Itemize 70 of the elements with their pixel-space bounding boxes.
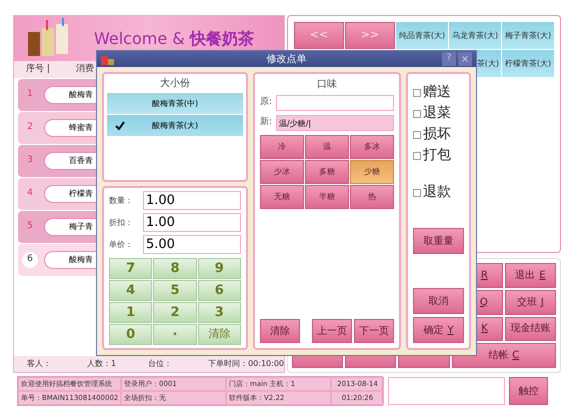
new-field[interactable]: 温/少糖/|	[276, 115, 394, 131]
taste-button[interactable]: 少冰	[260, 160, 304, 184]
info-text: 下单时间：00:10:00	[208, 358, 284, 370]
product-button[interactable]: 柠檬青茶(大)	[502, 50, 554, 77]
clear-button[interactable]: 清除	[260, 319, 300, 343]
field-label: 单价：	[109, 238, 134, 250]
option-checkbox[interactable]: 退菜	[413, 103, 464, 124]
confirm-button[interactable]: 确定 Y	[413, 317, 464, 343]
row-number: 4	[26, 187, 34, 200]
field-label: 原:	[260, 96, 274, 110]
keypad-key[interactable]: 0	[109, 324, 152, 345]
check-icon	[115, 121, 125, 130]
size-option[interactable]: 酸梅青茶(大)	[107, 115, 243, 136]
app-icon	[101, 53, 115, 65]
option-checkbox[interactable]: 打包	[413, 145, 464, 166]
value-field[interactable]: 1.00	[143, 191, 241, 210]
row-number: 5	[26, 220, 34, 234]
taste-button[interactable]: 少糖	[350, 160, 394, 184]
product-button[interactable]: 纯品青茶(大)	[396, 22, 448, 49]
info-text: 人数：1	[87, 358, 118, 370]
option-checkbox[interactable]: 赠送	[413, 82, 464, 103]
keypad-key[interactable]: 6	[198, 280, 241, 301]
taste-button[interactable]: 冷	[260, 135, 304, 159]
option-checkbox[interactable]: 退款	[413, 182, 464, 203]
info-text: 台位：	[148, 358, 174, 370]
column-header: 序号 |	[26, 62, 51, 76]
original-field[interactable]	[276, 95, 394, 111]
keypad-key[interactable]: 5	[153, 280, 197, 301]
value-field[interactable]: 5.00	[143, 235, 241, 254]
next-page-button[interactable]: 下一页	[354, 319, 394, 343]
help-button[interactable]: ?	[442, 52, 456, 66]
touch-button[interactable]: 触控	[508, 377, 548, 405]
row-number: 6	[22, 252, 38, 268]
taste-button[interactable]: 多冰	[350, 135, 394, 159]
product-button[interactable]: 梅子青茶(大)	[502, 22, 554, 49]
keypad-key[interactable]: 3	[198, 302, 241, 323]
row-number: 1	[26, 88, 34, 102]
size-option[interactable]: 酸梅青茶(中)	[107, 93, 243, 114]
row-number: 3	[26, 154, 34, 168]
option-checkbox[interactable]: 损坏	[413, 124, 464, 145]
taste-button[interactable]: 无糖	[260, 185, 304, 209]
field-label: 折扣：	[109, 216, 134, 228]
field-label: 新:	[260, 116, 274, 130]
taste-button[interactable]: 半糖	[305, 185, 349, 209]
info-text: 客人：	[27, 358, 52, 370]
column-header: 消费	[76, 62, 94, 76]
header-title: Welcome & 快餐奶茶	[94, 28, 254, 50]
function-button[interactable]: 退出 E	[504, 263, 556, 288]
function-button[interactable]: 现金结账	[504, 316, 556, 342]
taste-button[interactable]: 温	[305, 135, 349, 159]
keypad-key[interactable]: 8	[153, 258, 197, 279]
taste-button[interactable]: 多糖	[305, 160, 349, 184]
keypad-key[interactable]: 4	[109, 280, 152, 301]
keypad-key[interactable]: 清除	[198, 324, 241, 345]
previous-page-button[interactable]: 上一页	[312, 319, 352, 343]
keypad-key[interactable]: 7	[109, 258, 152, 279]
taste-title: 口味	[316, 78, 338, 92]
value-field[interactable]: 1.00	[143, 213, 241, 232]
row-number: 2	[26, 121, 34, 134]
keypad-key[interactable]: 2	[153, 302, 197, 323]
function-button[interactable]: 交班 J	[504, 290, 556, 314]
product-button[interactable]: 乌龙青茶(大)	[449, 22, 501, 49]
close-button[interactable]: ×	[458, 52, 472, 66]
dialog-title: 修改点单	[266, 52, 306, 66]
keypad-key[interactable]: 1	[109, 302, 152, 323]
taste-button[interactable]: 热	[350, 185, 394, 209]
keypad-key[interactable]: .	[153, 324, 197, 345]
weigh-button[interactable]: 取重量	[413, 228, 464, 254]
keypad-key[interactable]: 9	[198, 258, 241, 279]
cancel-button[interactable]: 取消	[413, 288, 464, 314]
